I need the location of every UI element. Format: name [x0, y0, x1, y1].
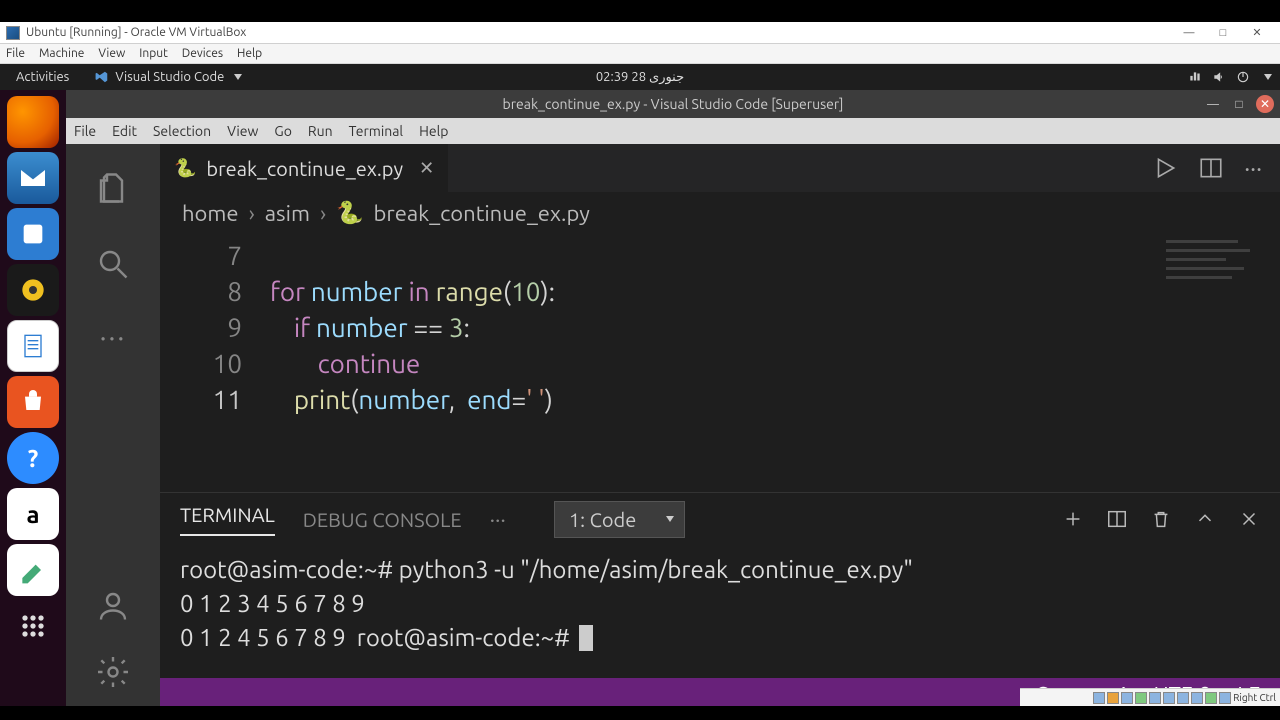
python-file-icon: 🐍 — [174, 158, 196, 179]
vbox-menu-devices[interactable]: Devices — [182, 47, 223, 60]
virtualbox-titlebar: Ubuntu [Running] - Oracle VM VirtualBox … — [0, 22, 1280, 44]
dock-texteditor[interactable] — [7, 544, 59, 596]
panel-tab-terminal[interactable]: TERMINAL — [180, 503, 275, 536]
vbox-menu-file[interactable]: File — [6, 47, 25, 60]
vbox-indicator-icon[interactable] — [1149, 692, 1161, 704]
window-minimize-button[interactable]: — — [1204, 95, 1222, 113]
split-editor-icon[interactable] — [1198, 155, 1224, 181]
kill-terminal-icon[interactable] — [1150, 508, 1172, 530]
chevron-right-icon: › — [320, 201, 326, 226]
dock-thunderbird[interactable] — [7, 152, 59, 204]
menu-help[interactable]: Help — [419, 123, 448, 139]
chevron-down-icon — [1264, 74, 1272, 80]
maximize-button[interactable]: □ — [1206, 22, 1240, 44]
terminal-output[interactable]: root@asim-code:~# python3 -u "/home/asim… — [160, 545, 1280, 678]
virtualbox-icon — [6, 26, 20, 40]
vbox-indicator-icon[interactable] — [1219, 692, 1231, 704]
tab-close-icon[interactable]: ✕ — [419, 158, 434, 179]
dock-rhythmbox[interactable] — [7, 264, 59, 316]
vscode-window: break_continue_ex.py - Visual Studio Cod… — [66, 90, 1280, 710]
vbox-indicator-icon[interactable] — [1135, 692, 1147, 704]
dock-firefox[interactable] — [7, 96, 59, 148]
dock-writer[interactable] — [7, 320, 59, 372]
power-icon — [1236, 70, 1250, 84]
minimize-button[interactable]: — — [1172, 22, 1206, 44]
vbox-indicator-icon[interactable] — [1107, 692, 1119, 704]
vbox-indicator-icon[interactable] — [1163, 692, 1175, 704]
menu-run[interactable]: Run — [308, 123, 333, 139]
clock[interactable]: جنوری 28 02:39 — [596, 70, 684, 85]
app-menu[interactable]: Visual Studio Code — [95, 70, 242, 84]
explorer-icon[interactable] — [95, 170, 131, 206]
new-terminal-icon[interactable] — [1062, 508, 1084, 530]
dock-amazon[interactable]: a — [7, 488, 59, 540]
terminal-selector[interactable]: 1: Code — [554, 501, 685, 538]
ubuntu-dock: ? a — [0, 90, 66, 710]
menu-view[interactable]: View — [227, 123, 258, 139]
line-gutter: 7891011 — [160, 234, 270, 492]
gnome-topbar: Activities Visual Studio Code جنوری 28 0… — [0, 64, 1280, 90]
vbox-indicator-icon[interactable] — [1191, 692, 1203, 704]
maximize-panel-icon[interactable] — [1194, 508, 1216, 530]
vbox-menu-input[interactable]: Input — [139, 47, 168, 60]
menu-file[interactable]: File — [74, 123, 96, 139]
menu-selection[interactable]: Selection — [153, 123, 211, 139]
accounts-icon[interactable] — [95, 588, 131, 624]
activities-button[interactable]: Activities — [8, 70, 77, 84]
activity-bar: ··· — [66, 144, 160, 710]
panel-more-icon[interactable]: ··· — [490, 507, 506, 532]
run-button[interactable] — [1152, 155, 1178, 181]
minimap[interactable] — [1160, 234, 1280, 492]
python-file-icon: 🐍 — [336, 200, 363, 226]
more-actions-icon[interactable]: ··· — [1244, 155, 1262, 182]
menu-terminal[interactable]: Terminal — [349, 123, 404, 139]
window-close-button[interactable]: ✕ — [1256, 95, 1274, 113]
chevron-right-icon: › — [249, 201, 255, 226]
dock-show-apps[interactable] — [7, 600, 59, 652]
virtualbox-menubar: File Machine View Input Devices Help — [0, 44, 1280, 64]
menu-edit[interactable]: Edit — [112, 123, 137, 139]
close-button[interactable]: ✕ — [1240, 22, 1274, 44]
dock-software[interactable] — [7, 376, 59, 428]
more-views-icon[interactable]: ··· — [100, 322, 127, 353]
settings-gear-icon[interactable] — [95, 654, 131, 690]
system-tray[interactable] — [1188, 70, 1272, 84]
vbox-indicator-icon[interactable] — [1205, 692, 1217, 704]
vbox-indicator-icon[interactable] — [1121, 692, 1133, 704]
dock-help[interactable]: ? — [7, 432, 59, 484]
window-maximize-button[interactable]: □ — [1230, 95, 1248, 113]
vbox-menu-help[interactable]: Help — [237, 47, 262, 60]
chevron-down-icon — [234, 74, 242, 80]
vbox-menu-machine[interactable]: Machine — [39, 47, 84, 60]
panel: TERMINAL DEBUG CONSOLE ··· 1: Code — [160, 492, 1280, 678]
tab-break-continue[interactable]: 🐍 break_continue_ex.py ✕ — [160, 144, 448, 192]
vscode-titlebar: break_continue_ex.py - Visual Studio Cod… — [66, 90, 1280, 118]
breadcrumb[interactable]: home › asim › 🐍 break_continue_ex.py — [160, 192, 1280, 234]
vscode-menubar: File Edit Selection View Go Run Terminal… — [66, 118, 1280, 144]
code-editor[interactable]: 7891011 for number in range(10): if numb… — [160, 234, 1280, 492]
vbox-indicator-icon[interactable] — [1177, 692, 1189, 704]
close-panel-icon[interactable] — [1238, 508, 1260, 530]
vbox-indicator-icon[interactable] — [1093, 692, 1105, 704]
virtualbox-title: Ubuntu [Running] - Oracle VM VirtualBox — [26, 26, 246, 39]
panel-tab-debug[interactable]: DEBUG CONSOLE — [303, 508, 462, 531]
volume-icon — [1212, 70, 1226, 84]
search-icon[interactable] — [95, 246, 131, 282]
menu-go[interactable]: Go — [274, 123, 291, 139]
host-key-label: Right Ctrl — [1233, 692, 1276, 703]
code-content: for number in range(10): if number == 3:… — [270, 234, 555, 492]
split-terminal-icon[interactable] — [1106, 508, 1128, 530]
virtualbox-status-bar: Right Ctrl — [1020, 688, 1280, 706]
network-icon — [1188, 70, 1202, 84]
vbox-menu-view[interactable]: View — [98, 47, 125, 60]
chevron-down-icon — [666, 516, 674, 522]
vscode-small-icon — [95, 70, 109, 84]
terminal-cursor — [579, 625, 593, 651]
dock-files[interactable] — [7, 208, 59, 260]
editor-tabs: 🐍 break_continue_ex.py ✕ ··· — [160, 144, 1280, 192]
